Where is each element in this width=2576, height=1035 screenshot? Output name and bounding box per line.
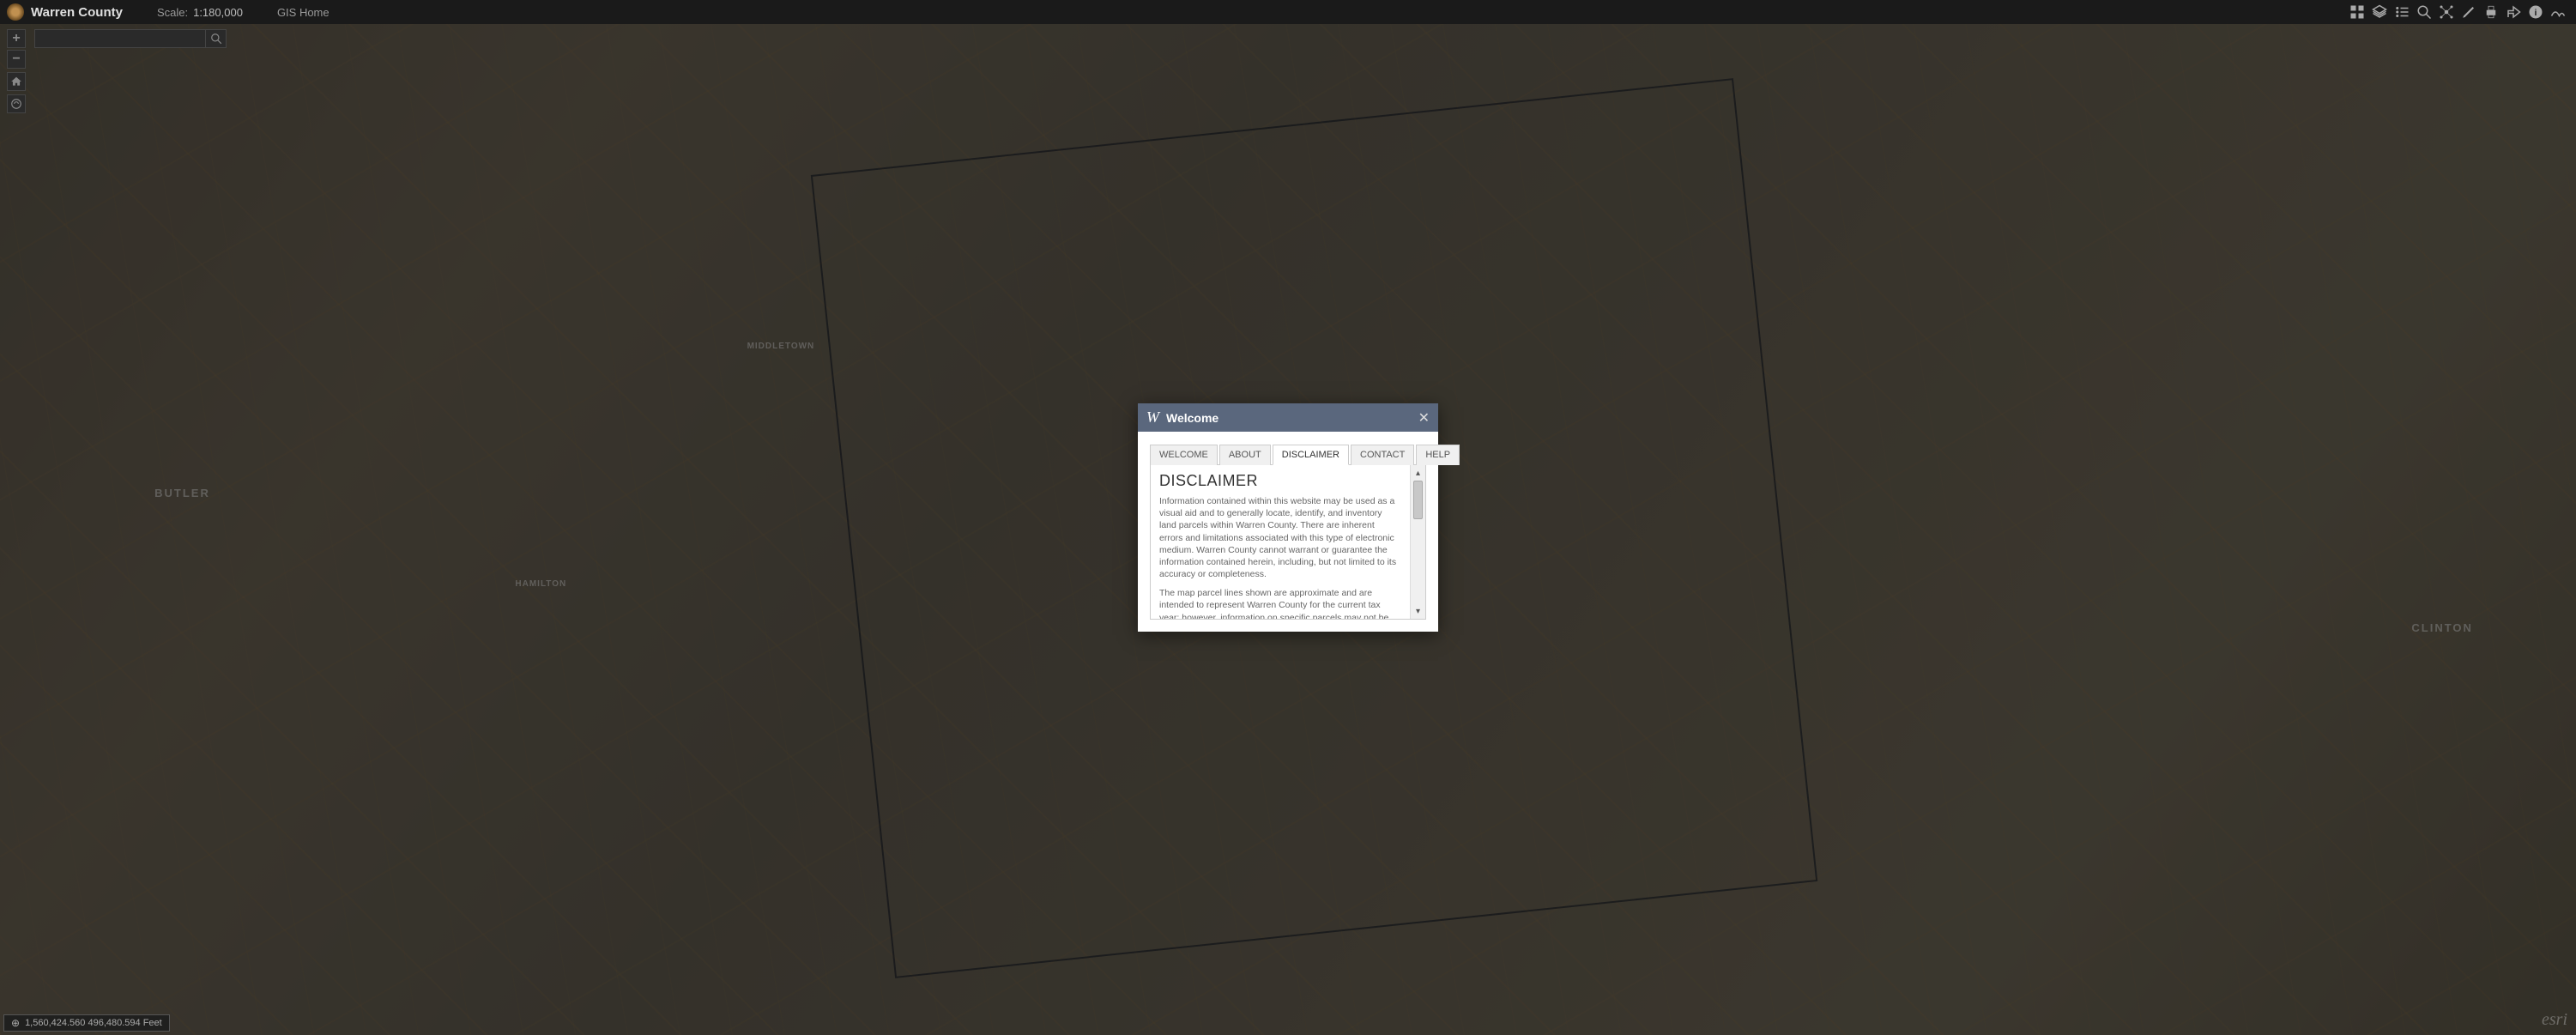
dialog-header[interactable]: W Welcome ✕ — [1138, 403, 1438, 432]
wave-logo-small-icon: W — [1146, 409, 1159, 427]
tab-welcome[interactable]: WELCOME — [1150, 445, 1218, 465]
dialog-title: Welcome — [1166, 411, 1418, 425]
disclaimer-paragraph-2: The map parcel lines shown are approxima… — [1159, 587, 1400, 619]
modal-overlay: W Welcome ✕ WELCOME ABOUT DISCLAIMER CON… — [0, 0, 2576, 1035]
tab-help[interactable]: HELP — [1416, 445, 1460, 465]
disclaimer-content: DISCLAIMER Information contained within … — [1151, 465, 1410, 619]
tab-contact[interactable]: CONTACT — [1351, 445, 1414, 465]
dialog-body: WELCOME ABOUT DISCLAIMER CONTACT HELP DI… — [1138, 432, 1438, 632]
disclaimer-paragraph-1: Information contained within this websit… — [1159, 495, 1400, 580]
tab-about[interactable]: ABOUT — [1219, 445, 1271, 465]
scroll-down-button[interactable]: ▾ — [1411, 603, 1425, 619]
scroll-thumb[interactable] — [1413, 481, 1423, 519]
scrollbar[interactable]: ▴ ▾ — [1410, 465, 1425, 619]
tab-disclaimer[interactable]: DISCLAIMER — [1273, 445, 1349, 465]
disclaimer-heading: DISCLAIMER — [1159, 472, 1400, 490]
tab-content-container: DISCLAIMER Information contained within … — [1150, 465, 1426, 620]
dialog-close-button[interactable]: ✕ — [1418, 409, 1430, 427]
welcome-dialog: W Welcome ✕ WELCOME ABOUT DISCLAIMER CON… — [1138, 403, 1438, 632]
scroll-up-button[interactable]: ▴ — [1411, 465, 1425, 481]
dialog-tabs: WELCOME ABOUT DISCLAIMER CONTACT HELP — [1150, 444, 1426, 465]
